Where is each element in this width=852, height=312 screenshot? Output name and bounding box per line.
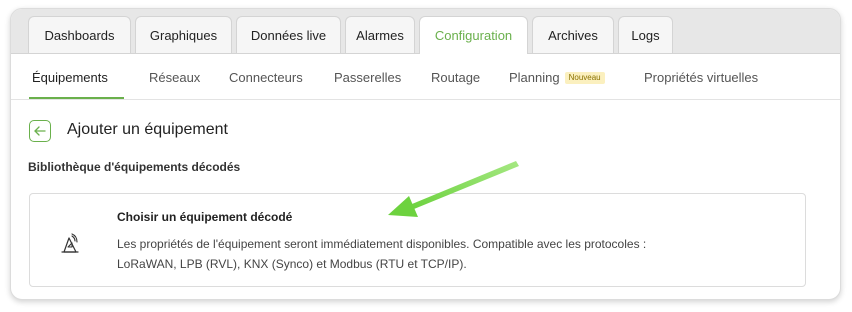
top-tab-bar: Dashboards Graphiques Données live Alarm… xyxy=(11,9,840,54)
main-card: Dashboards Graphiques Données live Alarm… xyxy=(10,8,841,300)
subnav-passerelles[interactable]: Passerelles xyxy=(334,54,401,99)
option-description-line-2: LoRaWAN, LPB (RVL), KNX (Synco) et Modbu… xyxy=(117,257,467,271)
option-title: Choisir un équipement décodé xyxy=(117,210,293,224)
option-description-line-1: Les propriétés de l'équipement seront im… xyxy=(117,237,647,251)
subnav-planning[interactable]: Planning Nouveau xyxy=(509,54,605,99)
decoded-equipment-option[interactable]: Choisir un équipement décodé Les proprié… xyxy=(29,193,806,287)
tab-graphiques[interactable]: Graphiques xyxy=(135,16,232,53)
option-description: Les propriétés de l'équipement seront im… xyxy=(117,234,777,274)
tab-dashboards[interactable]: Dashboards xyxy=(28,16,131,53)
tab-archives[interactable]: Archives xyxy=(532,16,614,53)
tab-configuration[interactable]: Configuration xyxy=(419,16,528,54)
sub-navigation: Équipements Réseaux Connecteurs Passerel… xyxy=(11,54,840,100)
tab-donnees-live[interactable]: Données live xyxy=(236,16,341,53)
subnav-routage[interactable]: Routage xyxy=(431,54,480,99)
active-subnav-indicator xyxy=(29,97,124,99)
subnav-connecteurs[interactable]: Connecteurs xyxy=(229,54,303,99)
arrow-left-icon xyxy=(34,126,46,136)
page-title: Ajouter un équipement xyxy=(67,121,228,138)
tab-logs[interactable]: Logs xyxy=(618,16,673,53)
antenna-signal-icon xyxy=(61,233,79,253)
section-title: Bibliothèque d'équipements décodés xyxy=(28,160,241,174)
new-badge: Nouveau xyxy=(564,72,605,84)
tab-alarmes[interactable]: Alarmes xyxy=(345,16,415,53)
subnav-proprietes-virtuelles[interactable]: Propriétés virtuelles xyxy=(644,54,758,99)
back-button[interactable] xyxy=(29,120,51,142)
subnav-reseaux[interactable]: Réseaux xyxy=(149,54,200,99)
subnav-planning-label: Planning xyxy=(509,70,560,85)
subnav-equipements[interactable]: Équipements xyxy=(32,54,108,99)
